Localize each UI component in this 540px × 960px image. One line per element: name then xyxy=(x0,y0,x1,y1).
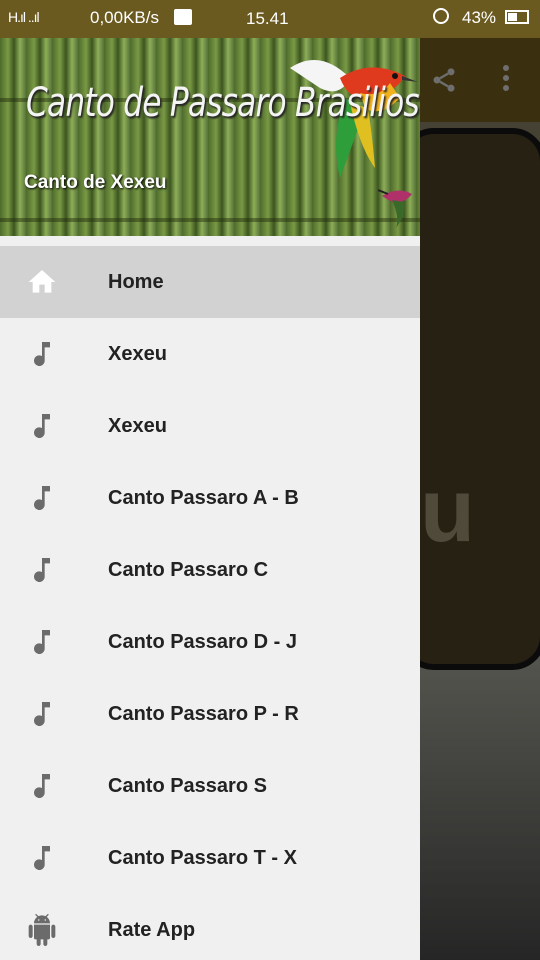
network-speed: 0,00KB/s xyxy=(90,8,159,27)
menu-item-label: Canto Passaro C xyxy=(108,558,269,581)
menu-item-label: Canto Passaro P - R xyxy=(108,702,299,725)
status-bar: H.ıl ..ıl 0,00KB/s 15.41 43% xyxy=(0,0,540,38)
clock: 15.41 xyxy=(246,9,289,28)
menu-item-xexeu-2[interactable]: Xexeu xyxy=(0,390,420,462)
menu-item-canto-s[interactable]: Canto Passaro S xyxy=(0,750,420,822)
music-note-icon xyxy=(34,630,50,655)
music-note-icon xyxy=(34,342,50,367)
menu-item-label: Home xyxy=(108,270,164,293)
drawer-subtitle: Canto de Xexeu xyxy=(24,172,167,193)
music-note-icon xyxy=(34,702,50,727)
menu-item-label: Canto Passaro S xyxy=(108,774,267,797)
menu-item-canto-d-j[interactable]: Canto Passaro D - J xyxy=(0,606,420,678)
music-note-icon xyxy=(34,486,50,511)
bbm-icon xyxy=(174,9,192,25)
menu-item-rate-app[interactable]: Rate App xyxy=(0,894,420,960)
music-note-icon xyxy=(34,846,50,871)
app-title: Canto de Passaro Brasilios xyxy=(26,80,420,126)
home-icon xyxy=(28,270,56,293)
menu-item-xexeu[interactable]: Xexeu xyxy=(0,318,420,390)
scrim[interactable] xyxy=(420,38,540,960)
menu-item-label: Rate App xyxy=(108,918,196,941)
signal-icon: H.ıl ..ıl xyxy=(8,9,40,25)
music-note-icon xyxy=(34,558,50,583)
drawer-menu: Home Xexeu Xexeu Canto Passaro A - B Can… xyxy=(0,236,420,960)
navigation-drawer: Canto de Passaro Brasilios Canto de Xexe… xyxy=(0,38,420,960)
music-note-icon xyxy=(34,774,50,799)
hummingbird-illustration xyxy=(378,189,412,228)
alarm-icon xyxy=(433,8,449,24)
menu-item-canto-p-r[interactable]: Canto Passaro P - R xyxy=(0,678,420,750)
menu-item-label: Canto Passaro A - B xyxy=(108,486,299,509)
menu-item-canto-t-x[interactable]: Canto Passaro T - X xyxy=(0,822,420,894)
battery-icon xyxy=(505,10,529,24)
menu-item-canto-a-b[interactable]: Canto Passaro A - B xyxy=(0,462,420,534)
battery-percent: 43% xyxy=(462,8,497,27)
menu-item-label: Xexeu xyxy=(108,414,167,437)
menu-item-label: Xexeu xyxy=(108,342,167,365)
menu-item-label: Canto Passaro D - J xyxy=(108,630,297,653)
menu-item-canto-c[interactable]: Canto Passaro C xyxy=(0,534,420,606)
drawer-header: Canto de Passaro Brasilios Canto de Xexe… xyxy=(0,38,420,236)
android-icon xyxy=(28,914,56,946)
menu-item-home[interactable]: Home xyxy=(0,246,420,318)
music-note-icon xyxy=(34,414,50,439)
menu-item-label: Canto Passaro T - X xyxy=(108,846,297,869)
screen: H.ıl ..ıl 0,00KB/s 15.41 43% u Canto de … xyxy=(0,0,540,960)
